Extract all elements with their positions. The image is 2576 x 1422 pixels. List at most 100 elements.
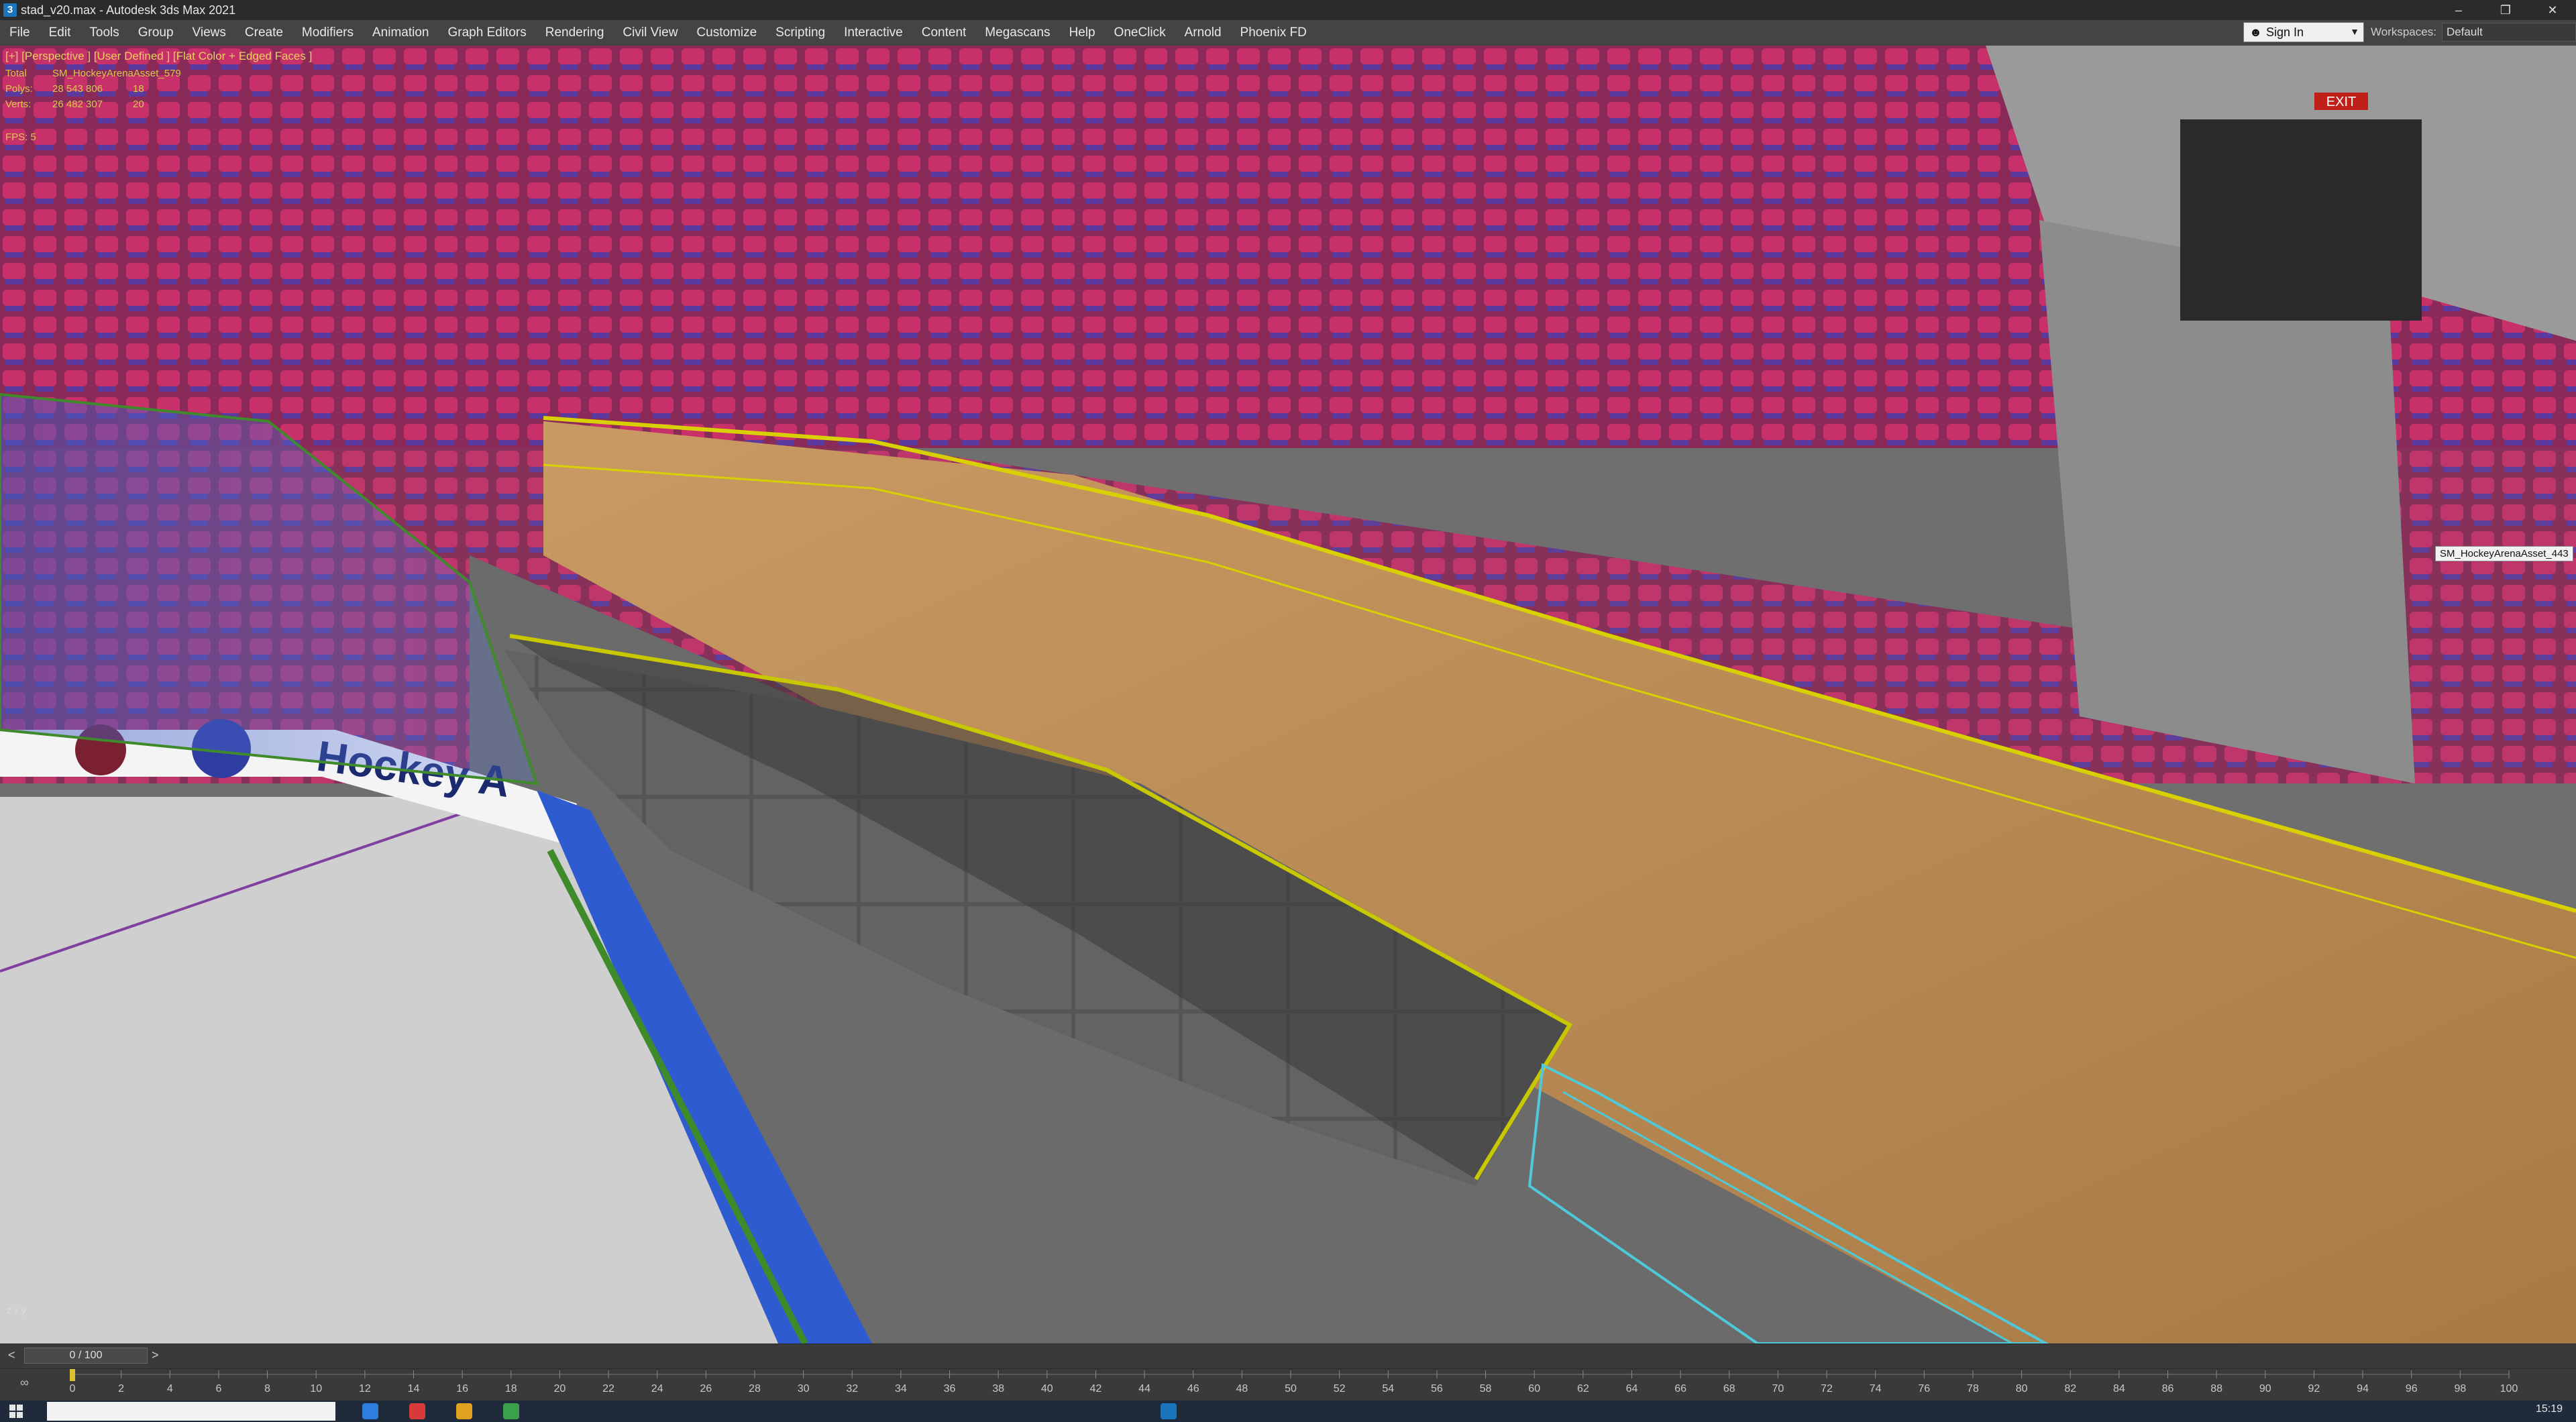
menu-edit[interactable]: Edit: [40, 25, 80, 40]
trackbar-tick-label: 26: [700, 1383, 712, 1394]
time-next-button[interactable]: >: [152, 1348, 159, 1362]
menu-group[interactable]: Group: [129, 25, 183, 40]
fps-value: 5: [30, 131, 36, 143]
menu-help[interactable]: Help: [1059, 25, 1104, 40]
minimize-button[interactable]: –: [2435, 0, 2482, 20]
trackbar-tick-label: 52: [1334, 1383, 1346, 1394]
menu-graph-editors[interactable]: Graph Editors: [439, 25, 536, 40]
menu-modifiers[interactable]: Modifiers: [292, 25, 363, 40]
trackbar-tick-label: 12: [359, 1383, 371, 1394]
menu-content[interactable]: Content: [912, 25, 976, 40]
menu-arnold[interactable]: Arnold: [1175, 25, 1231, 40]
fps-label: FPS:: [5, 131, 28, 143]
menu-tools[interactable]: Tools: [80, 25, 128, 40]
trackbar-tick-label: 16: [456, 1383, 468, 1394]
track-bar[interactable]: ∞ 0 2 4 6 8 10 12 14 16 18 20 22 24 26 28 30 32 34 36 38 40 4…: [0, 1368, 2576, 1401]
menu-civil-view[interactable]: Civil View: [613, 25, 687, 40]
window-title: stad_v20.max - Autodesk 3ds Max 2021: [21, 3, 236, 17]
trackbar-tick-label: 68: [1723, 1383, 1735, 1394]
menu-megascans[interactable]: Megascans: [975, 25, 1059, 40]
app-icon: 3: [3, 3, 17, 17]
trackbar-tick-label: 72: [1821, 1383, 1833, 1394]
menu-customize[interactable]: Customize: [687, 25, 766, 40]
windows-start-icon[interactable]: [9, 1405, 23, 1418]
trackbar-tick-label: 14: [408, 1383, 420, 1394]
windows-taskbar: 15:19: [0, 1401, 2576, 1422]
total-value: SM_HockeyArenaAsset_579: [52, 68, 181, 79]
trackbar-tick-label: 48: [1236, 1383, 1248, 1394]
menu-oneclick[interactable]: OneClick: [1105, 25, 1175, 40]
taskbar-app-icon[interactable]: [456, 1403, 472, 1419]
menu-create[interactable]: Create: [235, 25, 292, 40]
taskbar-3dsmax-icon[interactable]: [1161, 1403, 1177, 1419]
trackbar-tick-label: 66: [1674, 1383, 1686, 1394]
exit-sign-text: EXIT: [2326, 95, 2356, 109]
trackbar-tick-label: 74: [1870, 1383, 1882, 1394]
scene-render: EXIT Hockey A: [0, 46, 2576, 1344]
trackbar-tick-label: 54: [1382, 1383, 1394, 1394]
trackbar-tick-label: 62: [1577, 1383, 1589, 1394]
trackbar-tick-label: 70: [1772, 1383, 1784, 1394]
trackbar-tick-label: 100: [2500, 1383, 2518, 1394]
menu-file[interactable]: File: [0, 25, 40, 40]
trackbar-tick-label: 36: [944, 1383, 956, 1394]
trackbar-tick-label: 2: [118, 1383, 124, 1394]
trackbar-tick-label: 90: [2259, 1383, 2271, 1394]
fps-readout: FPS: 5: [5, 131, 36, 143]
exit-door: [2180, 119, 2422, 321]
trackbar-tick-label: 22: [602, 1383, 614, 1394]
trackbar-tick-label: 34: [895, 1383, 907, 1394]
taskbar-search-input[interactable]: [47, 1402, 335, 1421]
axis-gizmo-icon: z x y: [7, 1305, 26, 1315]
viewport-label[interactable]: [+] [Perspective ] [User Defined ] [Flat…: [5, 50, 312, 63]
chevron-down-icon: ▼: [2350, 26, 2359, 37]
workspaces-label: Workspaces:: [2371, 25, 2436, 38]
time-cursor[interactable]: [70, 1369, 75, 1381]
taskbar-app-icon[interactable]: [503, 1403, 519, 1419]
trackbar-tick-label: 0: [70, 1383, 76, 1394]
menu-animation[interactable]: Animation: [363, 25, 439, 40]
trackbar-tick-label: 76: [1918, 1383, 1930, 1394]
perspective-viewport[interactable]: EXIT Hockey A [+] [Perspective ] [User D…: [0, 46, 2576, 1344]
trackbar-tick-label: 58: [1480, 1383, 1492, 1394]
menu-scripting[interactable]: Scripting: [766, 25, 835, 40]
verts-label: Verts:: [5, 99, 32, 110]
trackbar-tick-label: 44: [1138, 1383, 1150, 1394]
trackbar-tick-label: 84: [2113, 1383, 2125, 1394]
trackbar-tick-label: 18: [505, 1383, 517, 1394]
polys-label: Polys:: [5, 83, 33, 95]
trackbar-tick-label: 32: [846, 1383, 858, 1394]
verts-selected: 20: [133, 99, 144, 110]
trackbar-tick-label: 40: [1041, 1383, 1053, 1394]
trackbar-tick-label: 42: [1090, 1383, 1102, 1394]
object-tooltip: SM_HockeyArenaAsset_443: [2435, 546, 2573, 561]
menu-phoenix-fd[interactable]: Phoenix FD: [1231, 25, 1316, 40]
taskbar-app-icon[interactable]: [362, 1403, 378, 1419]
trackbar-tick-label: 46: [1187, 1383, 1199, 1394]
restore-button[interactable]: ❐: [2482, 0, 2529, 20]
trackbar-tick-label: 94: [2357, 1383, 2369, 1394]
menu-views[interactable]: Views: [183, 25, 235, 40]
trackbar-tick-label: 98: [2454, 1383, 2466, 1394]
sign-in-dropdown[interactable]: ☻ Sign In ▼: [2243, 22, 2364, 42]
trackbar-tick-label: 30: [798, 1383, 810, 1394]
window-controls: – ❐ ✕: [2435, 0, 2576, 20]
time-frame-display[interactable]: 0 / 100: [24, 1348, 148, 1364]
taskbar-app-icon[interactable]: [409, 1403, 425, 1419]
trackbar-tick-label: 86: [2162, 1383, 2174, 1394]
trackbar-tick-label: 88: [2210, 1383, 2222, 1394]
trackbar-tick-label: 96: [2406, 1383, 2418, 1394]
trackbar-tick-label: 64: [1626, 1383, 1638, 1394]
close-button[interactable]: ✕: [2529, 0, 2576, 20]
polys-selected: 18: [133, 83, 144, 95]
trackbar-tick-label: 10: [310, 1383, 322, 1394]
workspaces-select[interactable]: Default: [2441, 23, 2576, 42]
trackbar-tick-label: 60: [1528, 1383, 1540, 1394]
trackbar-tick-label: 28: [749, 1383, 761, 1394]
time-slider[interactable]: < 0 / 100 >: [0, 1344, 2576, 1368]
time-prev-button[interactable]: <: [8, 1348, 15, 1362]
statistics-overlay: Total SM_HockeyArenaAsset_579 Polys: 28 54…: [5, 66, 181, 112]
trackbar-tick-label: 6: [215, 1383, 221, 1394]
menu-interactive[interactable]: Interactive: [835, 25, 912, 40]
menu-rendering[interactable]: Rendering: [536, 25, 614, 40]
